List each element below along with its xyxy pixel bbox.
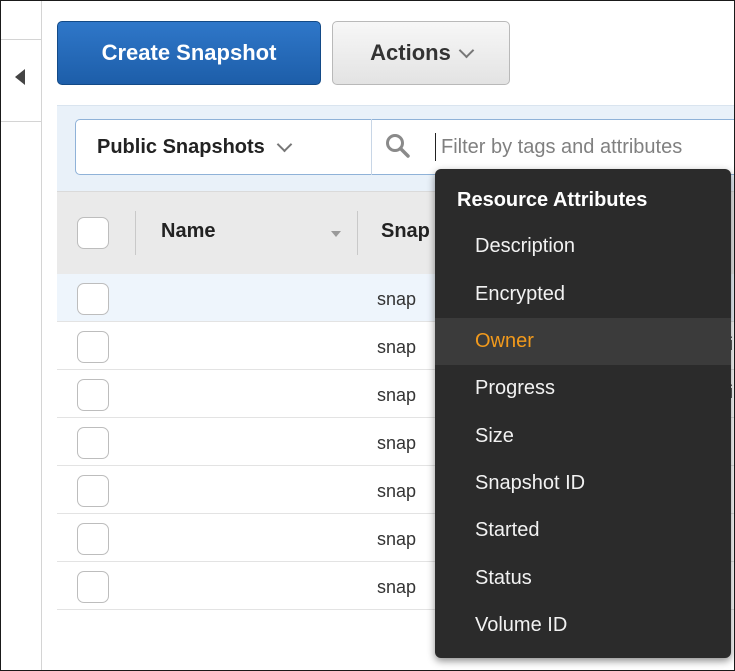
left-nav (1, 1, 41, 670)
menu-item-description[interactable]: Description (435, 223, 731, 270)
public-snapshots-label: Public Snapshots (97, 135, 265, 158)
row-checkbox[interactable] (77, 427, 109, 459)
chevron-down-icon (458, 42, 475, 58)
actions-button[interactable]: Actions (332, 21, 510, 85)
divider (1, 121, 41, 122)
menu-item-started[interactable]: Started (435, 507, 731, 554)
menu-item-owner[interactable]: Owner (435, 318, 731, 365)
sort-icon[interactable] (331, 231, 341, 237)
row-checkbox[interactable] (77, 283, 109, 315)
snapshot-cell: snap (377, 337, 417, 357)
snapshot-cell: snap (377, 433, 417, 453)
row-checkbox[interactable] (77, 571, 109, 603)
snapshot-cell: snap (377, 529, 417, 549)
row-checkbox[interactable] (77, 523, 109, 555)
resource-attributes-menu: Resource Attributes Description Encrypte… (435, 169, 731, 658)
menu-header: Resource Attributes (457, 189, 648, 211)
row-checkbox[interactable] (77, 331, 109, 363)
divider (41, 1, 42, 670)
divider (1, 39, 41, 40)
divider (371, 119, 372, 175)
search-input[interactable] (441, 123, 734, 171)
create-snapshot-label: Create Snapshot (101, 40, 277, 65)
snapshot-cell: snap (377, 385, 417, 405)
column-header-name[interactable]: Name (161, 220, 215, 243)
snapshot-cell: snap (377, 289, 417, 309)
app-frame: Create Snapshot Actions Public Snapshots… (0, 0, 735, 671)
divider (135, 211, 136, 255)
menu-item-status[interactable]: Status (435, 555, 731, 602)
menu-item-size[interactable]: Size (435, 413, 731, 460)
actions-label: Actions (370, 40, 451, 65)
menu-item-encrypted[interactable]: Encrypted (435, 271, 731, 318)
create-snapshot-button[interactable]: Create Snapshot (57, 21, 321, 85)
column-header-snapshot[interactable]: Snap (381, 220, 430, 243)
chevron-down-icon (276, 136, 293, 152)
menu-item-progress[interactable]: Progress (435, 365, 731, 412)
collapse-nav-icon[interactable] (15, 69, 25, 85)
text-caret (435, 133, 436, 161)
snapshot-cell: snap (377, 481, 417, 501)
search-icon (386, 134, 410, 158)
menu-item-snapshot-id[interactable]: Snapshot ID (435, 460, 731, 507)
menu-item-volume-id[interactable]: Volume ID (435, 602, 731, 649)
row-checkbox[interactable] (77, 475, 109, 507)
divider (357, 211, 358, 255)
row-checkbox[interactable] (77, 379, 109, 411)
select-all-checkbox[interactable] (77, 217, 109, 249)
public-snapshots-dropdown[interactable]: Public Snapshots (75, 119, 371, 175)
snapshot-cell: snap (377, 577, 417, 597)
